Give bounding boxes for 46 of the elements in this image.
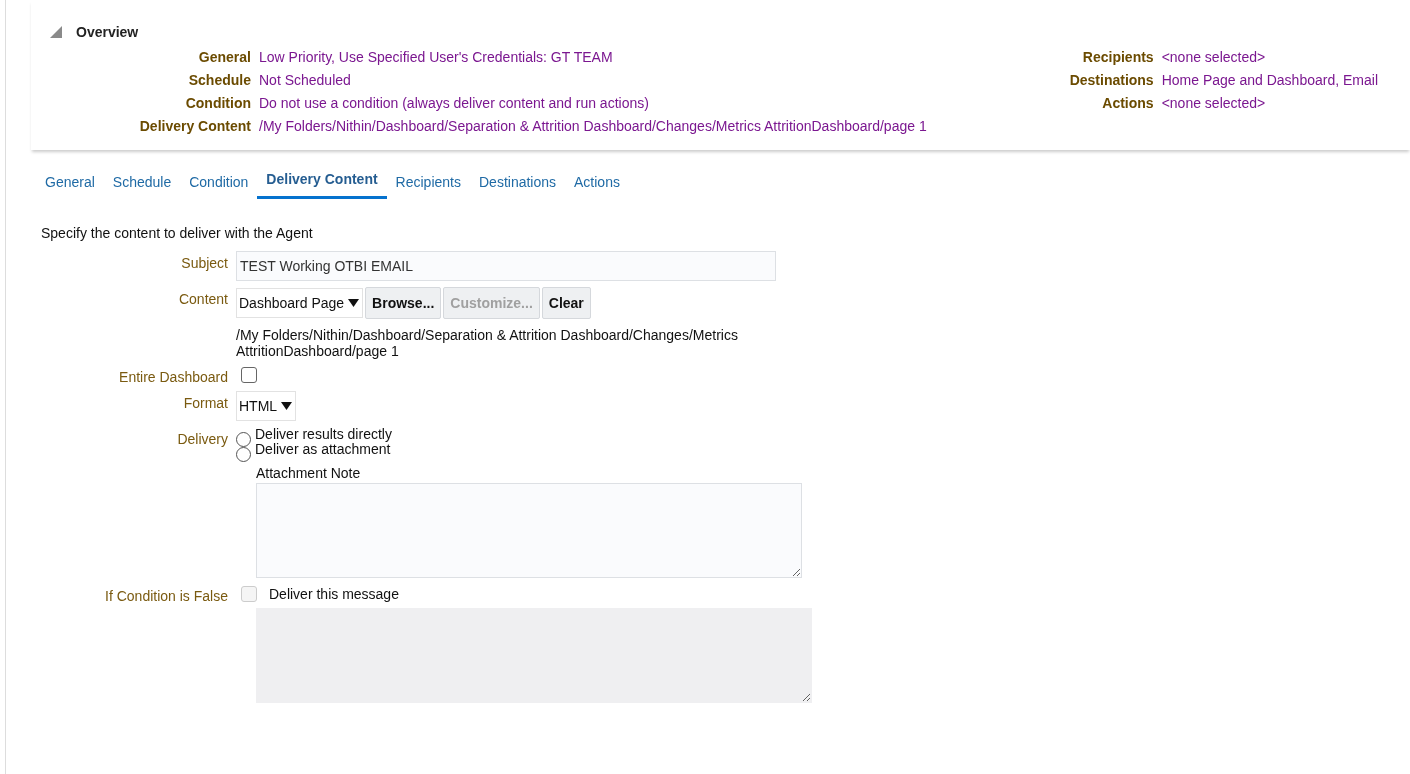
field-label: Subject — [180, 254, 228, 271]
summary-label: Schedule — [187, 71, 251, 90]
caret-icon — [348, 299, 360, 307]
radio-button[interactable] — [236, 432, 251, 447]
tab[interactable]: Actions — [565, 170, 629, 199]
tab[interactable]: General — [36, 170, 104, 199]
tab[interactable]: Condition — [180, 170, 258, 199]
summary-value: /My Folders/Nithin/Dashboard/Separation & Attrition Dashboard/Changes/Metrics AttritionDashboard/page 1 — [259, 117, 927, 136]
field-label: Entire Dashboard — [118, 368, 228, 385]
tab[interactable]: Delivery Content — [257, 164, 387, 199]
field-label: If Condition is False — [104, 587, 228, 604]
radio-button[interactable] — [236, 447, 251, 462]
summary-label: Recipients — [1081, 48, 1154, 67]
instruction-text: Specify the content to deliver with the Agent — [41, 225, 314, 241]
caret-icon — [281, 402, 293, 410]
summary-value: <none selected> — [1161, 48, 1267, 67]
tab[interactable]: Schedule — [103, 170, 181, 199]
checkbox-label: Deliver this message — [269, 585, 399, 602]
section-title: Overview — [76, 24, 139, 40]
radio-label: Deliver as attachment — [255, 442, 391, 457]
content-dropdown[interactable]: Dashboard Page — [236, 288, 364, 318]
collapse-triangle-icon[interactable] — [50, 26, 62, 38]
summary-value: Do not use a condition (always deliver content and run actions) — [259, 94, 650, 113]
summary-value: Home Page and Dashboard, Email — [1161, 71, 1378, 90]
content-path: /My Folders/Nithin/Dashboard/Separation & Attrition Dashboard/Changes/Metrics AttritionDashboard/page 1 — [236, 327, 739, 359]
format-dropdown[interactable]: HTML — [236, 391, 297, 421]
summary-label: Delivery Content — [138, 117, 251, 136]
summary-value: Low Priority, Use Specified User's Credentials: GT TEAM — [259, 48, 614, 67]
summary-value: <none selected> — [1161, 94, 1267, 113]
radio-label: Deliver results directly — [255, 427, 392, 442]
checkbox[interactable] — [241, 367, 257, 383]
summary-label: Condition — [184, 94, 251, 113]
summary-label: General — [197, 48, 251, 67]
field-label: Format — [182, 394, 228, 411]
summary-value: Not Scheduled — [259, 71, 352, 90]
summary-label: Actions — [1101, 94, 1154, 113]
field-label: Delivery — [176, 430, 228, 447]
action-button[interactable]: Clear — [541, 287, 591, 319]
summary-label: Destinations — [1068, 71, 1154, 90]
tab[interactable]: Recipients — [386, 170, 470, 199]
field-label: Content — [177, 290, 228, 307]
attachment-note-field[interactable] — [256, 483, 802, 578]
subject-field[interactable]: TEST Working OTBI EMAIL — [236, 251, 776, 281]
tab[interactable]: Destinations — [470, 170, 566, 199]
field-label: Attachment Note — [256, 465, 361, 481]
action-button[interactable]: Browse... — [365, 287, 442, 319]
